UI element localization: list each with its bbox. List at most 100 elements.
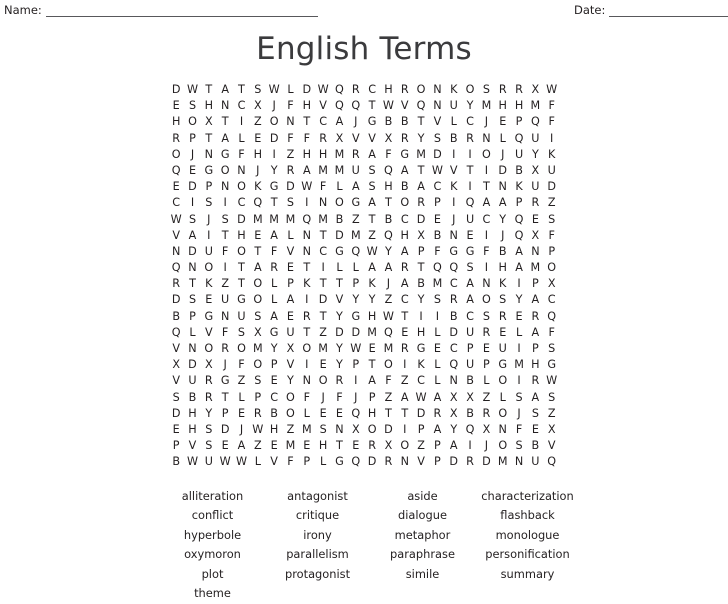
- grid-cell[interactable]: V: [201, 325, 217, 341]
- grid-cell[interactable]: R: [413, 195, 429, 211]
- grid-cell[interactable]: T: [413, 114, 429, 130]
- grid-cell[interactable]: S: [429, 131, 445, 147]
- grid-cell[interactable]: A: [233, 438, 249, 454]
- grid-cell[interactable]: W: [233, 454, 249, 470]
- date-write-line[interactable]: [609, 3, 728, 17]
- grid-cell[interactable]: E: [511, 309, 527, 325]
- grid-cell[interactable]: O: [217, 163, 233, 179]
- grid-cell[interactable]: S: [250, 82, 266, 98]
- grid-cell[interactable]: S: [429, 292, 445, 308]
- grid-cell[interactable]: Y: [446, 422, 462, 438]
- grid-cell[interactable]: L: [429, 357, 445, 373]
- word-list-item[interactable]: simile: [370, 565, 475, 584]
- grid-cell[interactable]: J: [348, 114, 364, 130]
- grid-cell[interactable]: T: [315, 228, 331, 244]
- grid-cell[interactable]: O: [250, 357, 266, 373]
- grid-cell[interactable]: E: [364, 341, 380, 357]
- grid-cell[interactable]: T: [380, 406, 396, 422]
- word-list-item[interactable]: metaphor: [370, 526, 475, 545]
- grid-cell[interactable]: X: [201, 114, 217, 130]
- grid-cell[interactable]: S: [201, 195, 217, 211]
- grid-cell[interactable]: M: [315, 341, 331, 357]
- grid-cell[interactable]: H: [250, 147, 266, 163]
- grid-cell[interactable]: W: [168, 212, 184, 228]
- grid-cell[interactable]: R: [299, 309, 315, 325]
- grid-cell[interactable]: E: [266, 438, 282, 454]
- grid-cell[interactable]: M: [429, 276, 445, 292]
- grid-cell[interactable]: R: [168, 276, 184, 292]
- grid-cell[interactable]: N: [511, 454, 527, 470]
- grid-cell[interactable]: S: [250, 373, 266, 389]
- grid-cell[interactable]: G: [217, 373, 233, 389]
- grid-cell[interactable]: W: [184, 454, 200, 470]
- grid-cell[interactable]: C: [413, 373, 429, 389]
- grid-cell[interactable]: T: [217, 390, 233, 406]
- grid-cell[interactable]: Y: [495, 212, 511, 228]
- grid-cell[interactable]: N: [446, 228, 462, 244]
- grid-cell[interactable]: Q: [462, 422, 478, 438]
- grid-cell[interactable]: B: [495, 244, 511, 260]
- grid-cell[interactable]: B: [184, 390, 200, 406]
- grid-cell[interactable]: N: [299, 244, 315, 260]
- grid-cell[interactable]: A: [282, 292, 298, 308]
- grid-cell[interactable]: S: [478, 82, 494, 98]
- grid-cell[interactable]: R: [397, 260, 413, 276]
- grid-cell[interactable]: H: [168, 114, 184, 130]
- grid-cell[interactable]: D: [184, 244, 200, 260]
- grid-cell[interactable]: A: [429, 390, 445, 406]
- grid-cell[interactable]: P: [184, 131, 200, 147]
- grid-cell[interactable]: A: [429, 422, 445, 438]
- grid-cell[interactable]: Z: [282, 147, 298, 163]
- grid-cell[interactable]: B: [511, 163, 527, 179]
- grid-cell[interactable]: T: [217, 228, 233, 244]
- grid-cell[interactable]: D: [348, 325, 364, 341]
- grid-cell[interactable]: L: [299, 406, 315, 422]
- grid-cell[interactable]: B: [462, 373, 478, 389]
- grid-cell[interactable]: Z: [380, 292, 396, 308]
- grid-cell[interactable]: N: [299, 228, 315, 244]
- grid-cell[interactable]: J: [446, 212, 462, 228]
- grid-cell[interactable]: V: [331, 292, 347, 308]
- grid-cell[interactable]: U: [495, 341, 511, 357]
- grid-cell[interactable]: L: [266, 292, 282, 308]
- grid-cell[interactable]: F: [544, 98, 560, 114]
- grid-cell[interactable]: T: [413, 163, 429, 179]
- grid-cell[interactable]: H: [299, 98, 315, 114]
- grid-cell[interactable]: H: [184, 422, 200, 438]
- grid-cell[interactable]: E: [527, 422, 543, 438]
- grid-cell[interactable]: I: [348, 373, 364, 389]
- grid-cell[interactable]: D: [315, 292, 331, 308]
- word-list-item[interactable]: conflict: [160, 506, 265, 525]
- grid-cell[interactable]: R: [250, 406, 266, 422]
- grid-cell[interactable]: O: [380, 357, 396, 373]
- grid-cell[interactable]: E: [478, 341, 494, 357]
- grid-cell[interactable]: R: [266, 260, 282, 276]
- grid-cell[interactable]: N: [331, 422, 347, 438]
- grid-cell[interactable]: A: [397, 276, 413, 292]
- grid-cell[interactable]: R: [527, 195, 543, 211]
- grid-cell[interactable]: J: [478, 438, 494, 454]
- word-list-item[interactable]: antagonist: [265, 487, 370, 506]
- grid-cell[interactable]: H: [315, 438, 331, 454]
- grid-cell[interactable]: T: [315, 276, 331, 292]
- grid-cell[interactable]: A: [299, 163, 315, 179]
- grid-cell[interactable]: T: [478, 179, 494, 195]
- grid-cell[interactable]: E: [495, 114, 511, 130]
- grid-cell[interactable]: S: [184, 212, 200, 228]
- grid-cell[interactable]: S: [233, 325, 249, 341]
- grid-cell[interactable]: A: [266, 309, 282, 325]
- grid-cell[interactable]: J: [184, 147, 200, 163]
- grid-cell[interactable]: W: [315, 82, 331, 98]
- grid-cell[interactable]: M: [511, 357, 527, 373]
- grid-cell[interactable]: S: [478, 309, 494, 325]
- grid-cell[interactable]: W: [429, 163, 445, 179]
- grid-cell[interactable]: D: [299, 82, 315, 98]
- grid-cell[interactable]: Y: [282, 373, 298, 389]
- grid-cell[interactable]: A: [348, 179, 364, 195]
- grid-cell[interactable]: K: [250, 179, 266, 195]
- grid-cell[interactable]: Q: [331, 82, 347, 98]
- grid-cell[interactable]: L: [511, 325, 527, 341]
- grid-cell[interactable]: F: [478, 244, 494, 260]
- grid-cell[interactable]: G: [266, 179, 282, 195]
- grid-cell[interactable]: I: [511, 341, 527, 357]
